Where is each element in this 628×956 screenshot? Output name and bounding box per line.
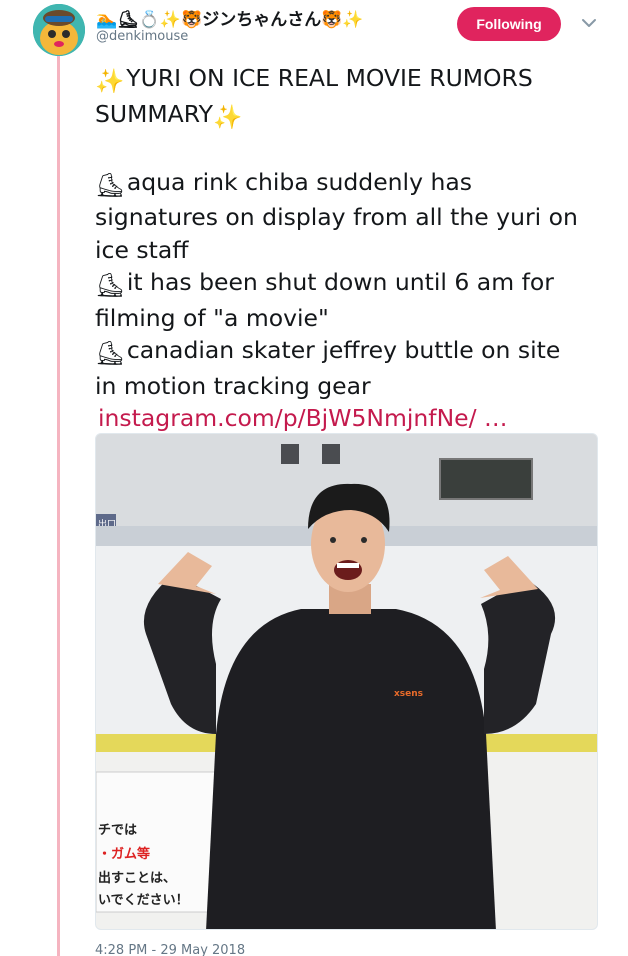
ice-skate-icon: ⛸ (95, 271, 125, 299)
tweet-title-line-2: SUMMARY✨ (95, 98, 605, 134)
tweet-paragraph-1: ⛸aqua rink chiba suddenly has (95, 166, 605, 202)
sign-text-2: ・ガム等 (98, 846, 150, 862)
tweet-paragraph-3: ⛸canadian skater jeffrey buttle on site (95, 334, 605, 370)
ice-skate-icon: ⛸ (95, 170, 125, 199)
sparkle-icon: ✨ (95, 67, 125, 95)
thread-line (57, 56, 60, 956)
sparkle-icon: ✨ (212, 102, 243, 131)
sign-text-1: チでは (98, 823, 137, 838)
following-button[interactable]: Following (457, 7, 561, 41)
tweet-title-text: YURI ON ICE REAL MOVIE RUMORS (126, 64, 533, 92)
tweet-title-line: ✨YURI ON ICE REAL MOVIE RUMORS (95, 62, 605, 98)
tweet-text-line: canadian skater jeffrey buttle on site (126, 336, 561, 364)
tweet-text-line: it has been shut down until 6 am for (126, 268, 554, 296)
tweet-text-line: aqua rink chiba suddenly has (126, 167, 472, 196)
chevron-down-icon[interactable] (580, 14, 598, 32)
tweet-timestamp[interactable]: 4:28 PM - 29 May 2018 (95, 943, 245, 956)
ice-skate-icon: ⛸ (95, 339, 125, 367)
tweet-text-line: filming of "a movie" (95, 303, 329, 332)
user-handle[interactable]: @denkimouse (96, 29, 188, 44)
tweet-text-line: signatures on display from all the yuri … (95, 203, 578, 231)
avatar[interactable] (33, 4, 85, 56)
sign-text-3: 出すことは、 (98, 870, 176, 886)
tweet-paragraph-2: ⛸it has been shut down until 6 am for (95, 266, 605, 302)
tweet-photo[interactable]: 出口 チでは ・ガム等 出すことは、 いでください！ xsens (95, 433, 598, 930)
tweet-text: ✨YURI ON ICE REAL MOVIE RUMORS SUMMARY✨ … (95, 62, 605, 435)
tweet-text-line: in motion tracking gear (95, 371, 371, 400)
tweet-text-line: ice staff (95, 235, 189, 264)
user-name-row[interactable]: 🏊⛸💍✨🐯ジンちゃんさん🐯✨ (96, 5, 364, 30)
tweet-title-text-2: SUMMARY (95, 99, 213, 128)
sign-text-4: いでください！ (98, 893, 189, 908)
instagram-link[interactable]: instagram.com/p/BjW5NmjnfNe/ … (98, 402, 508, 435)
shirt-logo-text: xsens (394, 689, 423, 699)
display-name[interactable]: 🏊⛸💍✨🐯ジンちゃんさん🐯✨ (96, 5, 364, 30)
